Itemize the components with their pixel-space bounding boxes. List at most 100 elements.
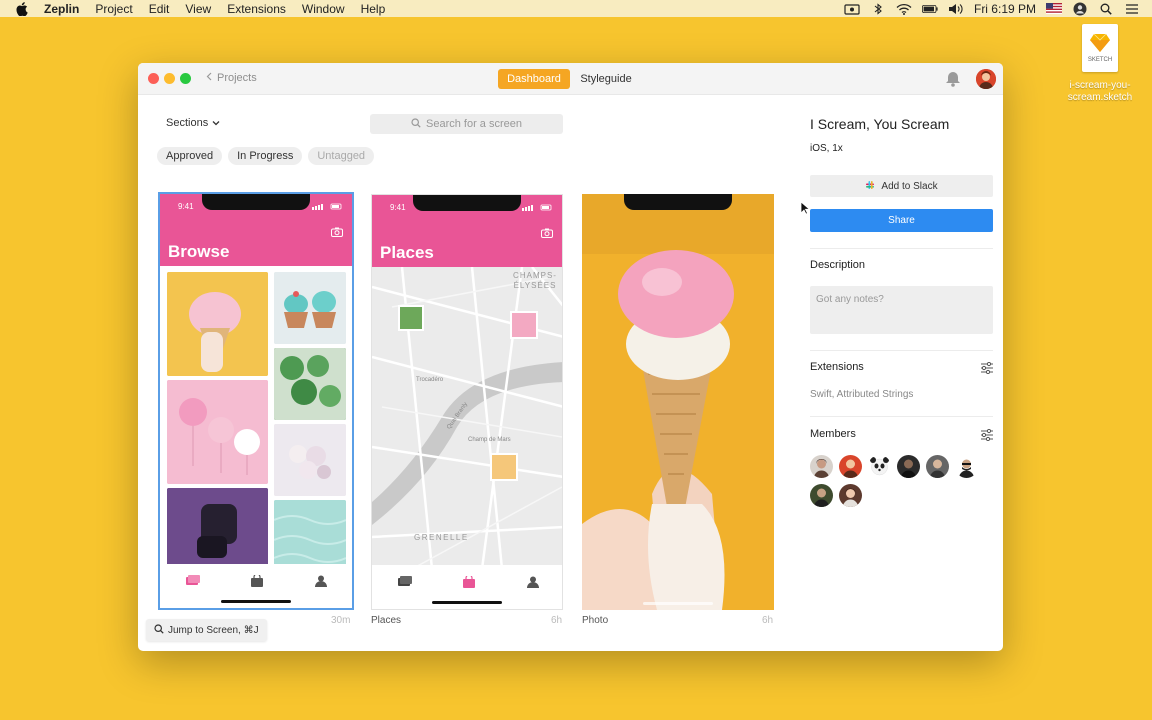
search-icon <box>154 623 164 637</box>
screen-card-places[interactable]: 9:41 Places CHAMPS-ÉLYSÉES GRENELLE Troc… <box>371 194 563 610</box>
notification-center-icon[interactable] <box>1124 3 1140 15</box>
browse-tabbar <box>160 564 352 608</box>
member-avatar[interactable] <box>810 455 833 478</box>
menu-view[interactable]: View <box>185 2 211 16</box>
share-button[interactable]: Share <box>810 209 993 232</box>
divider <box>810 248 993 249</box>
user-account-icon[interactable] <box>1072 2 1088 15</box>
places-updated-time: 6h <box>551 615 563 626</box>
project-sidebar: I Scream, You Scream iOS, 1x Add to Slac… <box>810 63 1003 651</box>
back-to-projects-link[interactable]: Projects <box>206 72 257 84</box>
member-avatar[interactable] <box>839 455 862 478</box>
member-avatar[interactable] <box>926 455 949 478</box>
browse-title: Browse <box>168 242 230 261</box>
filter-in-progress[interactable]: In Progress <box>228 147 303 165</box>
menu-window[interactable]: Window <box>302 2 345 16</box>
jump-to-screen-button[interactable]: Jump to Screen, ⌘J <box>146 619 267 641</box>
menu-project[interactable]: Project <box>95 2 132 16</box>
search-placeholder: Search for a screen <box>426 118 522 130</box>
extensions-settings-icon[interactable] <box>980 361 994 375</box>
description-notes-field[interactable]: Got any notes? <box>810 286 993 334</box>
phone-notch <box>413 195 521 211</box>
project-platform: iOS, 1x <box>810 143 843 154</box>
status-icons <box>522 204 552 213</box>
home-indicator <box>432 601 502 604</box>
cards-tab-icon <box>186 574 200 586</box>
chevron-left-icon <box>206 72 212 84</box>
chevron-down-icon <box>212 117 220 129</box>
maximize-window-button[interactable] <box>180 73 191 84</box>
profile-tab-icon <box>314 574 328 587</box>
cards-tab-icon <box>398 575 412 587</box>
garlic-photo-tile <box>274 424 346 496</box>
slack-icon <box>865 180 875 193</box>
phone-notch <box>202 194 310 210</box>
member-avatar[interactable] <box>810 484 833 507</box>
map-label-trocadero: Trocadéro <box>416 377 444 383</box>
cupcakes-photo-tile <box>274 272 346 344</box>
members-settings-icon[interactable] <box>980 428 994 442</box>
ice-cream-cone-photo <box>582 194 774 610</box>
close-window-button[interactable] <box>148 73 159 84</box>
sections-dropdown[interactable]: Sections <box>166 117 220 129</box>
us-flag-icon[interactable] <box>1046 3 1062 15</box>
ice-cream-photo-tile <box>167 272 268 376</box>
camera-icon <box>331 224 343 237</box>
wifi-icon[interactable] <box>896 3 912 15</box>
member-avatar[interactable] <box>955 455 978 478</box>
sections-label: Sections <box>166 117 209 129</box>
menu-extensions[interactable]: Extensions <box>227 2 286 16</box>
tab-styleguide[interactable]: Styleguide <box>574 69 638 89</box>
divider <box>810 416 993 417</box>
desktop-file-name: i-scream-you-scream.sketch <box>1067 80 1133 103</box>
map-label-champs: CHAMPS-ÉLYSÉES <box>513 271 557 290</box>
menu-edit[interactable]: Edit <box>149 2 170 16</box>
map-label-champ-de-mars: Champ de Mars <box>468 437 511 443</box>
member-avatar[interactable] <box>839 484 862 507</box>
bluetooth-icon[interactable] <box>870 2 886 15</box>
menu-help[interactable]: Help <box>361 2 386 16</box>
home-indicator <box>643 602 713 605</box>
screen-card-photo[interactable] <box>582 194 774 610</box>
extensions-list[interactable]: Swift, Attributed Strings <box>810 389 913 400</box>
apple-icon[interactable] <box>14 1 30 17</box>
screen-card-browse[interactable]: 9:41 Browse <box>158 192 354 610</box>
description-heading: Description <box>810 259 866 271</box>
desktop-sketch-file[interactable]: SKETCH i-scream-you-scream.sketch <box>1060 24 1140 104</box>
jump-label: Jump to Screen, ⌘J <box>168 624 259 636</box>
sketch-file-icon: SKETCH <box>1082 24 1118 72</box>
filter-untagged[interactable]: Untagged <box>308 147 375 165</box>
volume-icon[interactable] <box>948 3 964 15</box>
places-caption: Places <box>371 615 402 626</box>
members-list <box>810 455 990 507</box>
minimize-window-button[interactable] <box>164 73 175 84</box>
screen-search-input[interactable]: Search for a screen <box>370 114 563 134</box>
spotlight-search-icon[interactable] <box>1098 3 1114 15</box>
tab-dashboard[interactable]: Dashboard <box>498 69 570 89</box>
filter-approved[interactable]: Approved <box>157 147 223 165</box>
search-icon <box>411 117 421 131</box>
battery-icon[interactable] <box>921 3 938 15</box>
bag-tab-icon <box>462 574 476 588</box>
project-title: I Scream, You Scream <box>810 116 950 132</box>
map-label-grenelle: GRENELLE <box>414 533 469 542</box>
add-to-slack-label: Add to Slack <box>881 180 938 192</box>
extensions-heading: Extensions <box>810 361 864 373</box>
status-icons <box>312 203 342 212</box>
add-to-slack-button[interactable]: Add to Slack <box>810 175 993 197</box>
menu-bar: Zeplin Project Edit View Extensions Wind… <box>0 0 1152 17</box>
member-avatar[interactable] <box>897 455 920 478</box>
home-indicator <box>221 600 291 603</box>
menubar-clock[interactable]: Fri 6:19 PM <box>974 2 1036 16</box>
back-link-label: Projects <box>217 72 257 84</box>
paris-map: CHAMPS-ÉLYSÉES GRENELLE Trocadéro Champ … <box>372 267 562 569</box>
camera-icon <box>541 225 553 238</box>
status-time: 9:41 <box>390 203 406 212</box>
status-time: 9:41 <box>178 202 194 211</box>
menu-app-name[interactable]: Zeplin <box>44 2 79 16</box>
screen-record-icon[interactable] <box>844 3 860 15</box>
phone-notch <box>624 194 732 210</box>
tag-filters: Approved In Progress Untagged <box>157 147 375 165</box>
zeplin-window: Projects Dashboard Styleguide Sections S… <box>138 63 1003 651</box>
member-avatar[interactable] <box>868 455 891 478</box>
